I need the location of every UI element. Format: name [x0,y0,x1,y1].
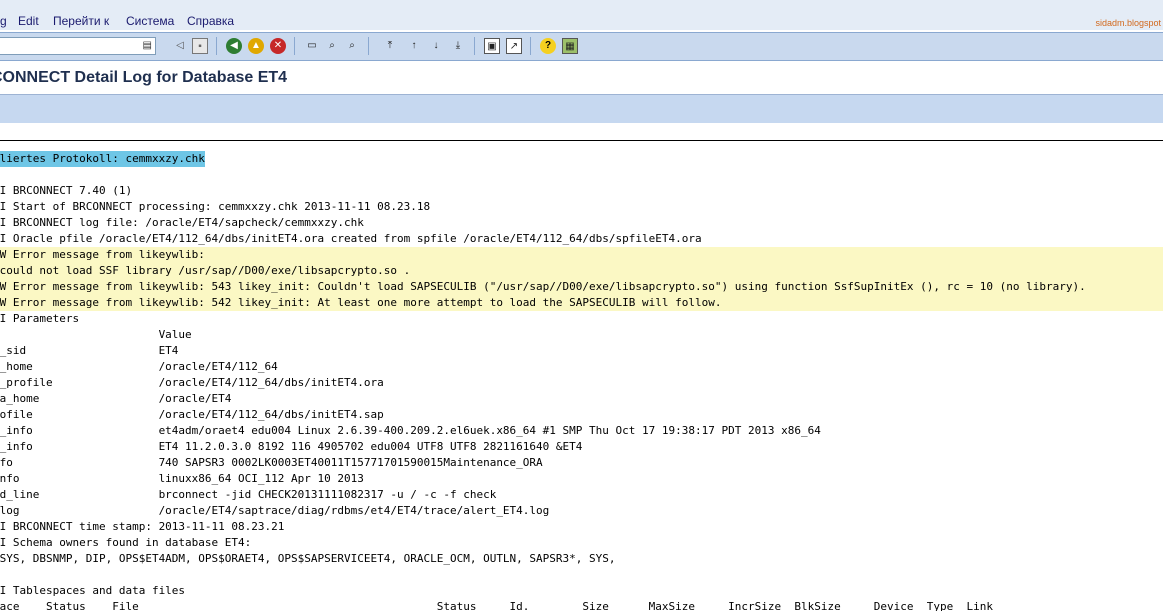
log-warning-line: 1W Error message from likeywlib: [0,247,1163,263]
log-line: 1I Parameters [0,312,80,325]
layout-icon[interactable]: ▦ [562,38,578,54]
log-line: nd_line brconnect -jid CHECK201311110823… [0,488,497,501]
log-warning-line: 1W Error message from likeywlib: 543 lik… [0,279,1163,295]
command-history-icon[interactable]: ▤ [143,40,152,51]
menu-item-program[interactable]: g [0,14,7,28]
exit-icon[interactable]: ▲ [248,38,264,54]
first-page-icon[interactable]: ⤒ [382,38,398,54]
menu-item-edit[interactable]: Edit [18,14,39,28]
menu-item-system[interactable]: Система [126,14,174,28]
cancel-icon[interactable]: ✕ [270,38,286,54]
page-title: CONNECT Detail Log for Database ET4 [0,69,288,86]
toolbar-separator [530,37,531,55]
log-line: e_sid ET4 [0,344,179,357]
shortcut-icon[interactable]: ↗ [506,38,522,54]
new-session-icon[interactable]: ▣ [484,38,500,54]
find-icon[interactable]: ⌕ [324,38,340,54]
log-line: Value [0,328,192,341]
title-bar: CONNECT Detail Log for Database ET4 [0,62,1163,92]
toolbar-separator [474,37,475,55]
log-line: 8I Tablespaces and data files [0,584,186,597]
log-line: 7I Oracle pfile /oracle/ET4/112_64/dbs/i… [0,232,702,245]
log-warning-line: 1W Error message from likeywlib: 542 lik… [0,295,1163,311]
log-line: nfo 740 SAPSR3 0002LK0003ET40011T1577170… [0,456,543,469]
log-line-text: 1W Error message from likeywlib: [0,248,205,261]
menu-bar: g Edit Перейти к Система Справка sidadm.… [0,0,1163,30]
log-header: lliertes Protokoll: cemmxxzy.chk [0,151,205,167]
log-line: e_info ET4 11.2.0.3.0 8192 116 4905702 e… [0,440,583,453]
log-line-text: 1W Error message from likeywlib: 542 lik… [0,296,722,309]
prev-page-icon[interactable]: ↑ [406,38,422,54]
help-icon[interactable]: ? [540,38,556,54]
back-icon[interactable]: ◀ [226,38,242,54]
log-line: e_profile /oracle/ET4/112_64/dbs/initET4… [0,376,384,389]
menu-item-goto[interactable]: Перейти к [53,14,109,28]
log-warning-line: .could not load SSF library /usr/sap//D0… [0,263,1163,279]
menu-item-help[interactable]: Справка [187,14,234,28]
log-line: SSYS, DBSNMP, DIP, OPS$ET4ADM, OPS$ORAET… [0,552,616,565]
enter-icon[interactable]: ◁ [172,38,188,54]
log-line-text: 1W Error message from likeywlib: 543 lik… [0,280,1086,293]
watermark-text: sidadm.blogspot [1095,18,1161,28]
log-line: ta_home /oracle/ET4 [0,392,232,405]
command-field[interactable]: ▤ [0,37,156,55]
log-line: e_home /oracle/ET4/112_64 [0,360,278,373]
log-line: rofile /oracle/ET4/112_64/dbs/initET4.sa… [0,408,384,421]
next-page-icon[interactable]: ↓ [428,38,444,54]
toolbar-separator [294,37,295,55]
save-icon[interactable]: ▪ [192,38,208,54]
toolbar-separator [216,37,217,55]
divider [0,140,1163,141]
log-content: lliertes Protokoll: cemmxxzy.chk 1I BRCO… [0,150,1163,611]
log-line: 0I BRCONNECT time stamp: 2013-11-11 08.2… [0,520,285,533]
standard-toolbar: ▤ ◁ ▪ ◀ ▲ ✕ ▭ ⌕ ⌕ ⤒ ↑ ↓ ⤓ ▣ ↗ ? ▦ [0,32,1163,61]
log-line: m_info et4adm/oraet4 edu004 Linux 2.6.39… [0,424,821,437]
log-line-text: .could not load SSF library /usr/sap//D0… [0,264,411,277]
last-page-icon[interactable]: ⤓ [450,38,466,54]
log-line: 5I Start of BRCONNECT processing: cemmxx… [0,200,431,213]
log-line: 1I BRCONNECT 7.40 (1) [0,184,133,197]
print-icon[interactable]: ▭ [304,38,320,54]
application-toolbar [0,94,1163,123]
log-line: pace Status File Status Id. Size MaxSize… [0,600,994,611]
log-line: info linuxx86_64 OCI_112 Apr 10 2013 [0,472,364,485]
toolbar-separator [368,37,369,55]
log-line: _log /oracle/ET4/saptrace/diag/rdbms/et4… [0,504,550,517]
find-next-icon[interactable]: ⌕ [344,38,360,54]
log-line: 4I BRCONNECT log file: /oracle/ET4/sapch… [0,216,364,229]
log-line: 3I Schema owners found in database ET4: [0,536,252,549]
